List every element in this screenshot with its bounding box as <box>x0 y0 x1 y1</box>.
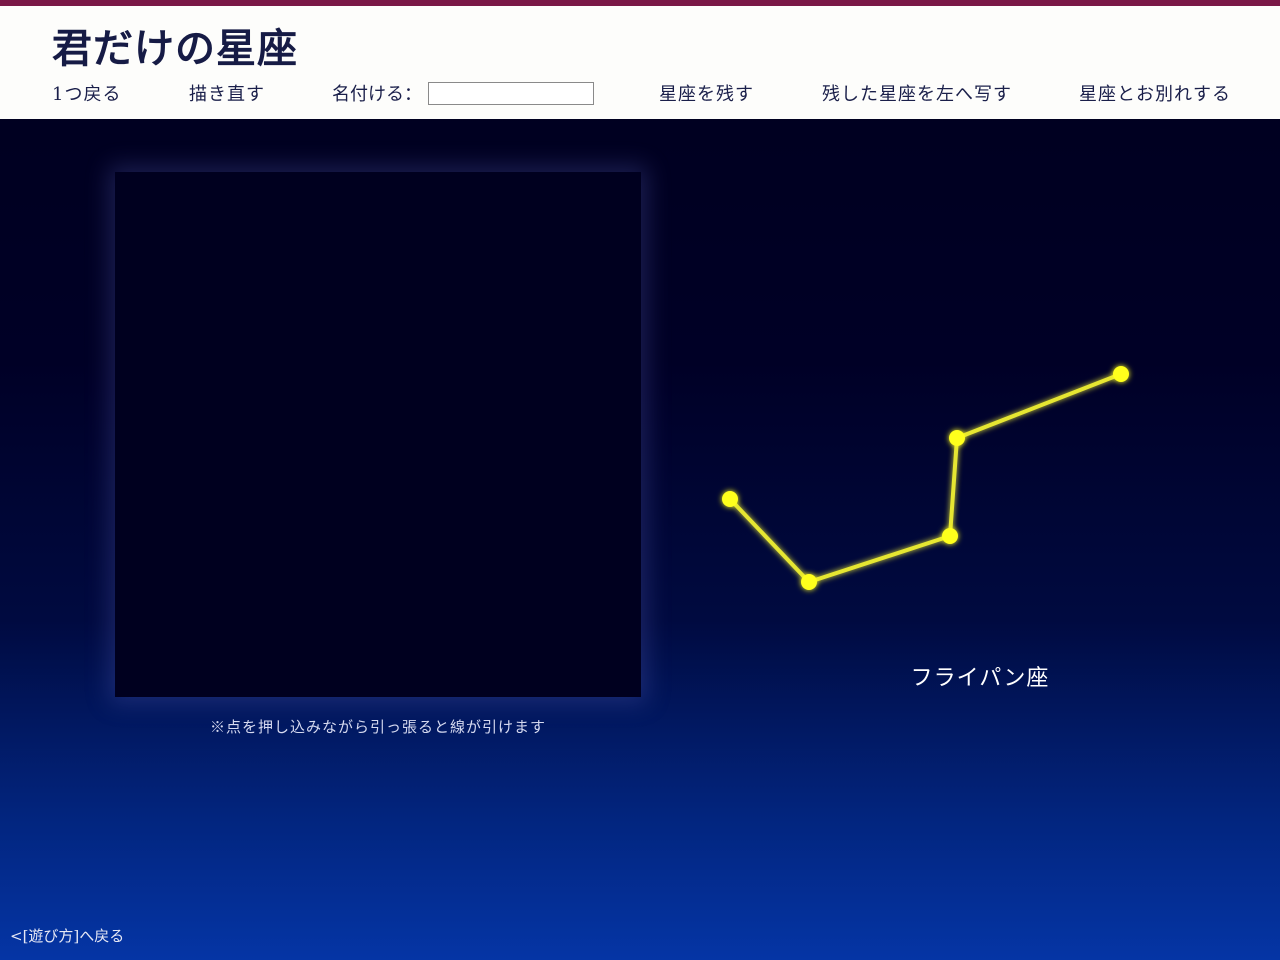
save-constellation-button[interactable]: 星座を残す <box>659 80 754 106</box>
star-2 <box>801 574 817 590</box>
back-to-howto-link[interactable]: <[遊び方]へ戻る <box>10 925 124 946</box>
constellation-line <box>948 436 959 538</box>
drawing-canvas[interactable] <box>115 172 641 697</box>
redraw-button[interactable]: 描き直す <box>189 80 265 106</box>
drawing-hint: ※点を押し込みながら引っ張ると線が引けます <box>209 718 546 736</box>
constellation-line <box>728 497 811 584</box>
star-4 <box>949 430 965 446</box>
star-1 <box>722 491 738 507</box>
name-input[interactable] <box>428 81 594 105</box>
page-title: 君だけの星座 <box>52 25 298 72</box>
name-field-group: 名付ける： <box>332 80 594 106</box>
name-label: 名付ける： <box>332 84 422 105</box>
constellation-line <box>807 534 952 584</box>
saved-constellation <box>722 366 1129 590</box>
copy-left-button[interactable]: 残した星座を左へ写す <box>822 80 1012 106</box>
constellation-name: フライパン座 <box>910 666 1050 691</box>
constellation-line <box>955 372 1123 440</box>
header: 君だけの星座 1つ戻る 描き直す 名付ける： 星座を残す 残した星座を左へ写す … <box>0 6 1280 119</box>
farewell-button[interactable]: 星座とお別れする <box>1079 80 1231 106</box>
star-3 <box>942 528 958 544</box>
star-5 <box>1113 366 1129 382</box>
undo-button[interactable]: 1つ戻る <box>52 80 121 106</box>
